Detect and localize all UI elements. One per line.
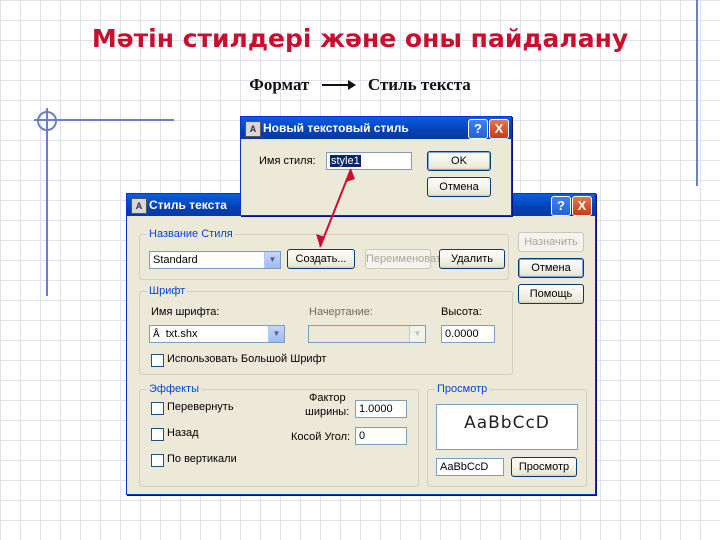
font-icon: Å bbox=[153, 329, 160, 340]
width-factor-label-2: ширины: bbox=[305, 406, 350, 418]
decor-circle bbox=[37, 111, 57, 131]
upside-down-checkbox[interactable] bbox=[151, 402, 164, 415]
new-style-cancel-button[interactable]: Отмена bbox=[427, 177, 491, 197]
new-style-titlebar: A Новый текстовый стиль ? X bbox=[241, 117, 511, 139]
close-icon[interactable]: X bbox=[572, 196, 592, 216]
app-icon: A bbox=[131, 198, 147, 214]
height-label: Высота: bbox=[441, 306, 482, 318]
apply-button[interactable]: Назначить bbox=[518, 232, 584, 252]
chevron-down-icon[interactable]: ▼ bbox=[264, 252, 280, 268]
big-font-label: Использовать Большой Шрифт bbox=[167, 353, 327, 365]
font-name-value: txt.shx bbox=[165, 328, 198, 340]
preview-box: AaBbCcD bbox=[436, 404, 578, 450]
preview-text-input[interactable]: AaBbCcD bbox=[436, 458, 504, 476]
vertical-checkbox[interactable] bbox=[151, 454, 164, 467]
style-name-input-value: style1 bbox=[330, 155, 361, 167]
style-name-select[interactable]: Standard ▼ bbox=[149, 251, 281, 269]
arrow-right-icon bbox=[321, 79, 356, 91]
new-style-dialog: A Новый текстовый стиль ? X Имя стиля: s… bbox=[240, 116, 512, 216]
font-group-label: Шрифт bbox=[147, 285, 188, 297]
new-style-button[interactable]: Создать... bbox=[287, 249, 355, 269]
text-style-title: Стиль текста bbox=[149, 198, 227, 212]
slide-title: Мәтін стилдері және оны пайдалану bbox=[91, 24, 629, 53]
backwards-label: Назад bbox=[167, 427, 199, 439]
big-font-checkbox[interactable] bbox=[151, 354, 164, 367]
oblique-angle-input[interactable]: 0 bbox=[355, 427, 407, 445]
font-name-select[interactable]: Å txt.shx ▼ bbox=[149, 325, 285, 343]
chevron-down-icon[interactable]: ▼ bbox=[268, 326, 284, 342]
style-name-value: Standard bbox=[153, 254, 198, 266]
preview-group-label: Просмотр bbox=[435, 383, 490, 395]
menu-path-menu: Формат bbox=[249, 75, 310, 95]
decor-vertical-line-left bbox=[46, 108, 48, 296]
effects-group-label: Эффекты bbox=[147, 383, 202, 395]
new-style-title: Новый текстовый стиль bbox=[263, 121, 409, 135]
style-name-input[interactable]: style1 bbox=[326, 152, 412, 170]
font-style-select[interactable]: ▼ bbox=[308, 325, 426, 343]
menu-path: Формат Стиль текста bbox=[0, 74, 720, 95]
oblique-angle-label: Косой Угол: bbox=[291, 431, 351, 443]
style-name-label: Имя стиля: bbox=[259, 155, 316, 167]
upside-down-label: Перевернуть bbox=[167, 401, 234, 413]
help-icon[interactable]: ? bbox=[468, 119, 488, 139]
cancel-button[interactable]: Отмена bbox=[518, 258, 584, 278]
font-style-label: Начертание: bbox=[309, 306, 373, 318]
ok-button[interactable]: OK bbox=[427, 151, 491, 171]
close-icon[interactable]: X bbox=[489, 119, 509, 139]
text-style-dialog: A Стиль текста ? X Название Стиля Standa… bbox=[126, 193, 596, 495]
rename-style-button[interactable]: Переименовать... bbox=[365, 249, 456, 269]
preview-button[interactable]: Просмотр bbox=[511, 457, 577, 477]
style-name-group-label: Название Стиля bbox=[147, 228, 235, 240]
backwards-checkbox[interactable] bbox=[151, 428, 164, 441]
height-input[interactable]: 0.0000 bbox=[441, 325, 495, 343]
font-name-label: Имя шрифта: bbox=[151, 306, 220, 318]
preview-sample-text: AaBbCcD bbox=[464, 413, 550, 433]
menu-path-item: Стиль текста bbox=[367, 75, 471, 95]
chevron-down-icon[interactable]: ▼ bbox=[409, 326, 425, 342]
delete-style-button[interactable]: Удалить bbox=[439, 249, 505, 269]
width-factor-label-1: Фактор bbox=[309, 392, 346, 404]
width-factor-input[interactable]: 1.0000 bbox=[355, 400, 407, 418]
help-icon[interactable]: ? bbox=[551, 196, 571, 216]
help-button[interactable]: Помощь bbox=[518, 284, 584, 304]
vertical-label: По вертикали bbox=[167, 453, 237, 465]
app-icon: A bbox=[245, 121, 261, 137]
